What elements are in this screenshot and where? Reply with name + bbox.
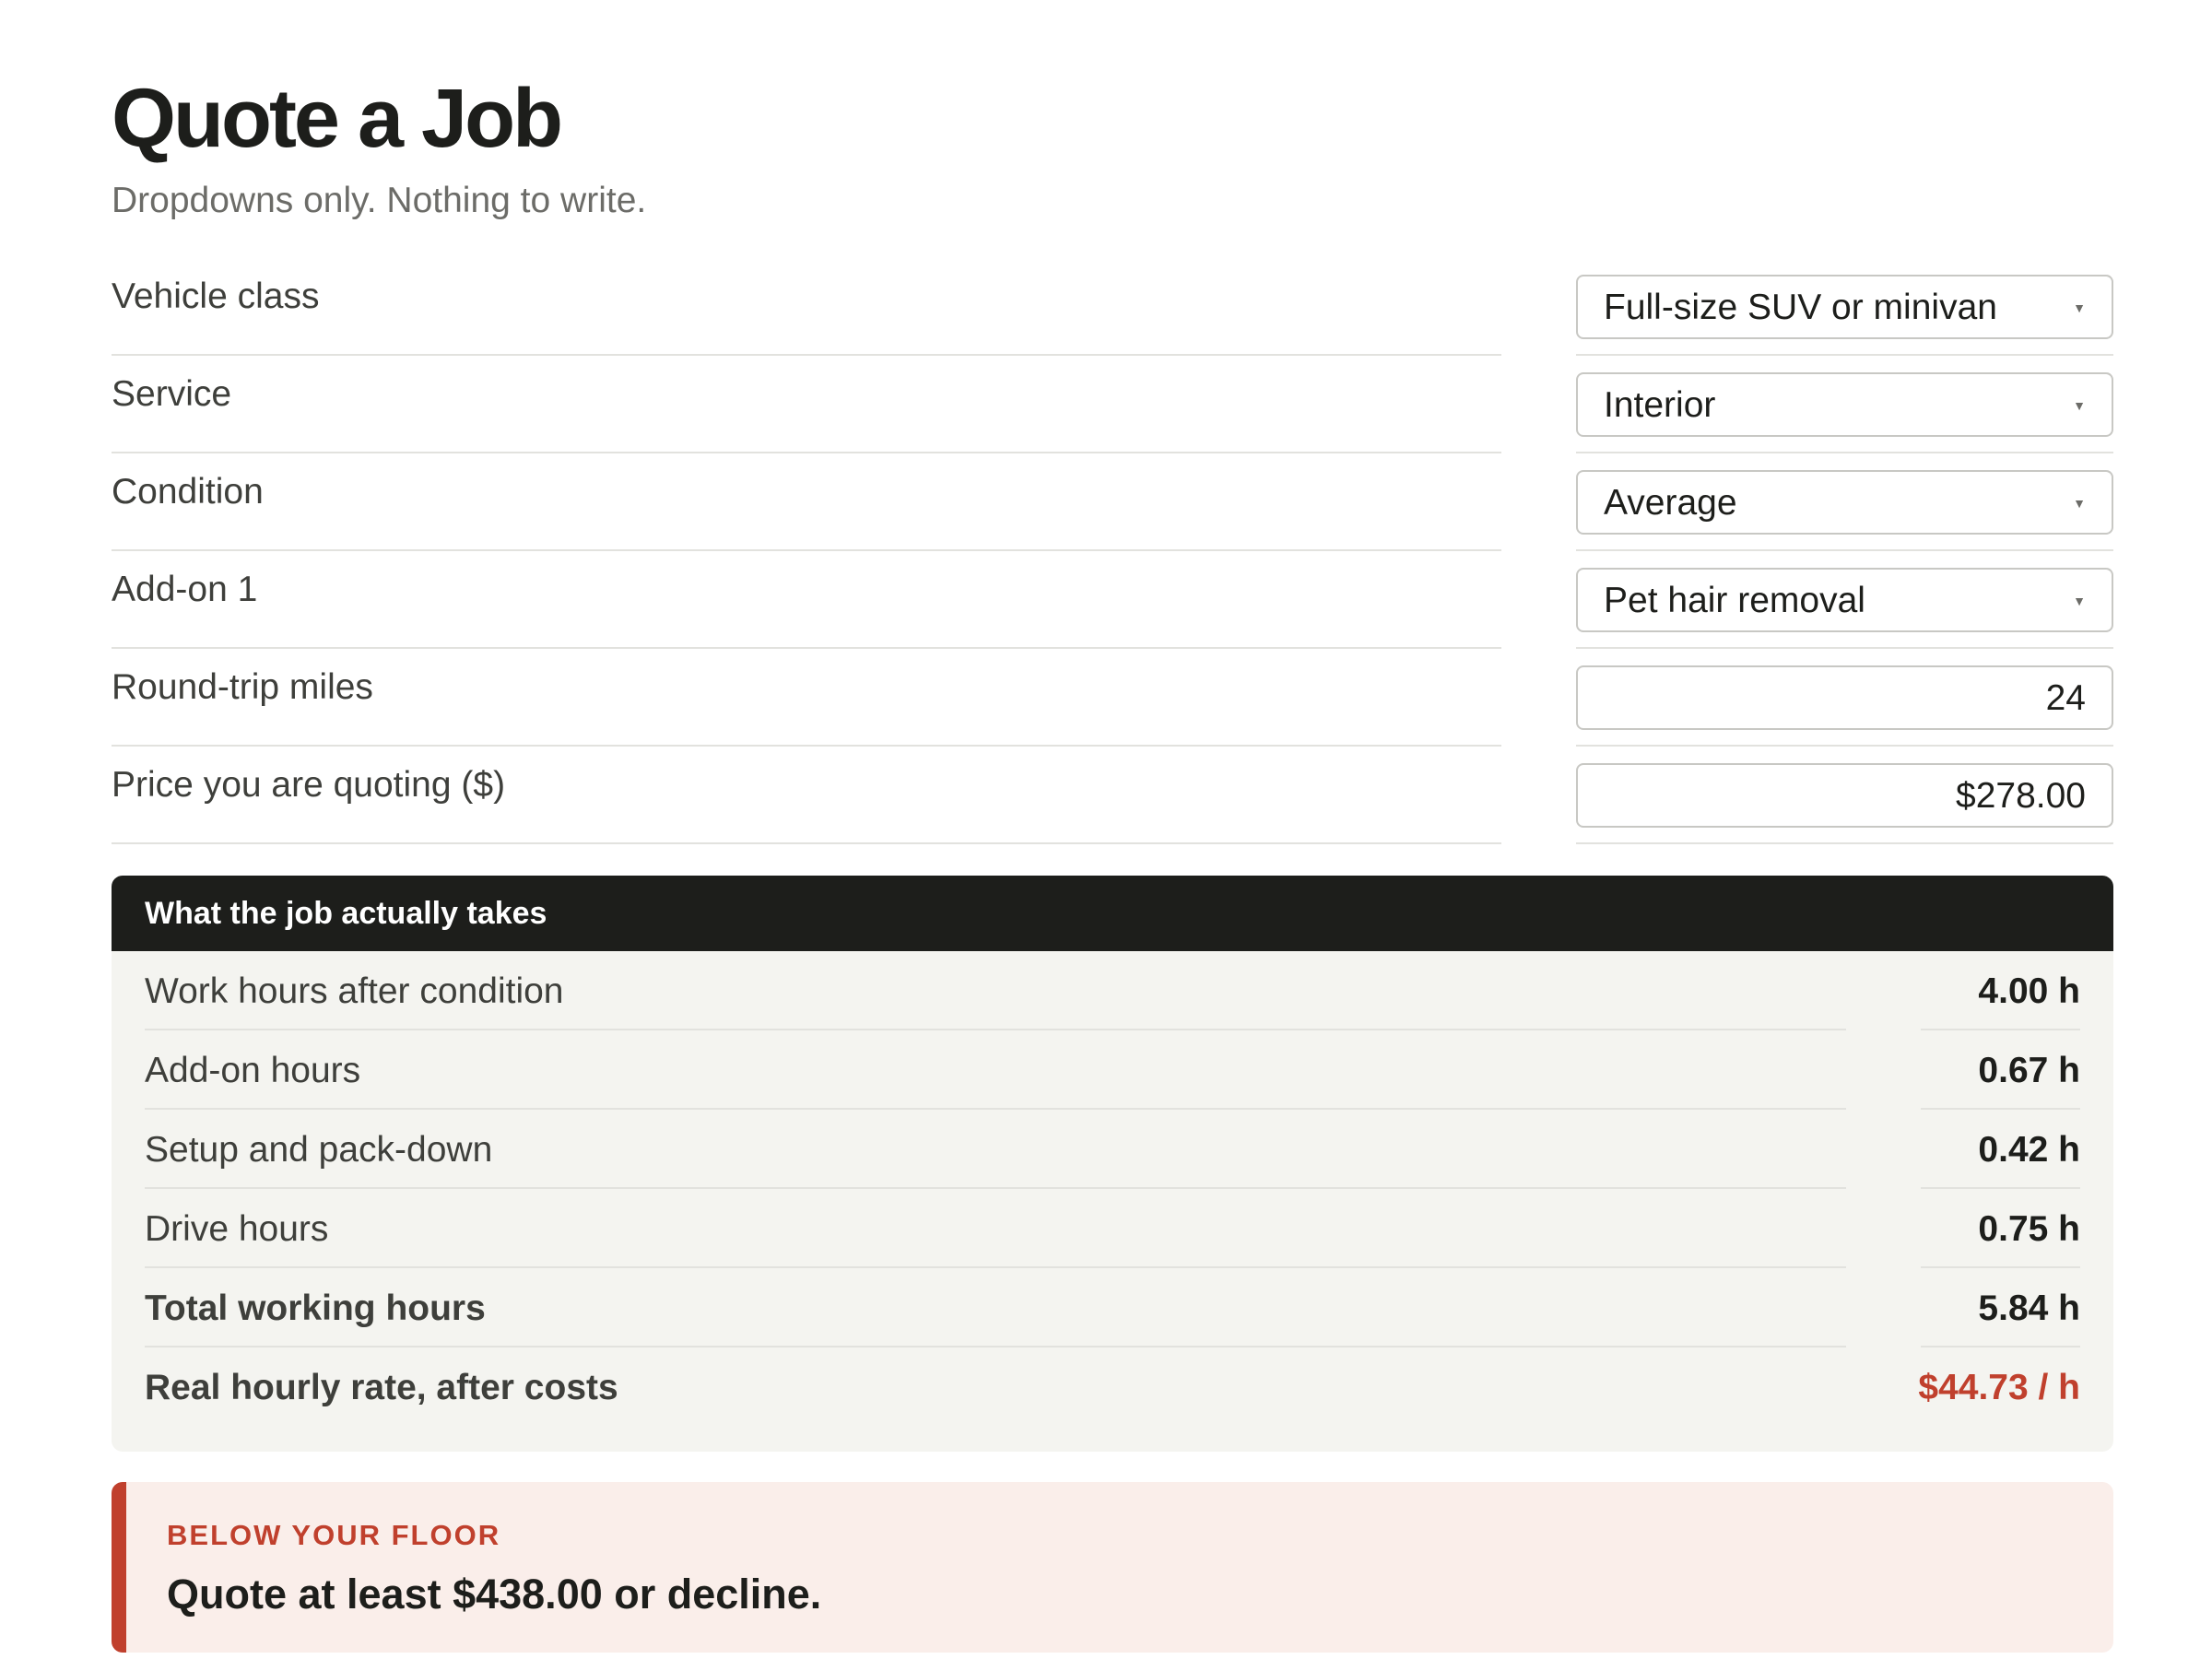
addon-1-row: Add-on 1 Pet hair removal ▼: [112, 551, 2113, 649]
result-row-hourly-rate: Real hourly rate, after costs $44.73 / h: [145, 1347, 2080, 1427]
caret-down-icon: ▼: [2073, 300, 2086, 315]
result-row-work-hours: Work hours after condition 4.00 h: [145, 951, 2080, 1030]
result-row-addon-hours: Add-on hours 0.67 h: [145, 1030, 2080, 1110]
result-row-total-hours: Total working hours 5.84 h: [145, 1268, 2080, 1347]
service-value: Interior: [1604, 385, 1716, 425]
results-panel: What the job actually takes Work hours a…: [112, 876, 2113, 1452]
row-divider: [1576, 842, 2113, 844]
result-value: 5.84 h: [1978, 1288, 2080, 1328]
result-label: Setup and pack-down: [145, 1130, 493, 1170]
condition-label: Condition: [112, 472, 264, 512]
service-row: Service Interior ▼: [112, 356, 2113, 453]
caret-down-icon: ▼: [2073, 594, 2086, 608]
result-row-setup: Setup and pack-down 0.42 h: [145, 1110, 2080, 1189]
result-value: 0.75 h: [1978, 1209, 2080, 1249]
condition-value: Average: [1604, 483, 1737, 523]
vehicle-class-label: Vehicle class: [112, 276, 320, 316]
addon-1-select[interactable]: Pet hair removal ▼: [1576, 568, 2113, 632]
result-label: Total working hours: [145, 1288, 486, 1328]
service-label: Service: [112, 374, 232, 414]
result-value: 0.42 h: [1978, 1130, 2080, 1170]
result-row-drive-hours: Drive hours 0.75 h: [145, 1189, 2080, 1268]
page-title: Quote a Job: [112, 73, 563, 165]
vehicle-class-select[interactable]: Full-size SUV or minivan ▼: [1576, 275, 2113, 339]
warning-accent-bar: [112, 1482, 126, 1653]
service-select[interactable]: Interior ▼: [1576, 372, 2113, 437]
price-value: $278.00: [1956, 776, 2086, 816]
result-label: Drive hours: [145, 1209, 329, 1249]
result-label: Work hours after condition: [145, 971, 564, 1011]
miles-input[interactable]: 24: [1576, 665, 2113, 730]
addon-1-label: Add-on 1: [112, 570, 258, 609]
condition-row: Condition Average ▼: [112, 453, 2113, 551]
page-subtitle: Dropdowns only. Nothing to write.: [112, 181, 647, 220]
warning-message: Quote at least $438.00 or decline.: [167, 1571, 822, 1618]
floor-warning: BELOW YOUR FLOOR Quote at least $438.00 …: [112, 1482, 2113, 1653]
condition-select[interactable]: Average ▼: [1576, 470, 2113, 535]
caret-down-icon: ▼: [2073, 398, 2086, 413]
result-label: Add-on hours: [145, 1051, 361, 1090]
price-label: Price you are quoting ($): [112, 765, 506, 805]
vehicle-class-value: Full-size SUV or minivan: [1604, 288, 1997, 327]
result-value: 4.00 h: [1978, 971, 2080, 1011]
price-row: Price you are quoting ($) $278.00: [112, 747, 2113, 844]
hourly-rate-value: $44.73 / h: [1918, 1368, 2080, 1407]
results-header: What the job actually takes: [112, 876, 2113, 951]
result-label: Real hourly rate, after costs: [145, 1368, 618, 1407]
miles-label: Round-trip miles: [112, 667, 373, 707]
price-input[interactable]: $278.00: [1576, 763, 2113, 828]
result-value: 0.67 h: [1978, 1051, 2080, 1090]
warning-kicker: BELOW YOUR FLOOR: [167, 1519, 501, 1551]
caret-down-icon: ▼: [2073, 496, 2086, 511]
miles-value: 24: [2045, 678, 2086, 718]
miles-row: Round-trip miles 24: [112, 649, 2113, 747]
vehicle-class-row: Vehicle class Full-size SUV or minivan ▼: [112, 258, 2113, 356]
row-divider: [112, 842, 1501, 844]
addon-1-value: Pet hair removal: [1604, 581, 1865, 620]
